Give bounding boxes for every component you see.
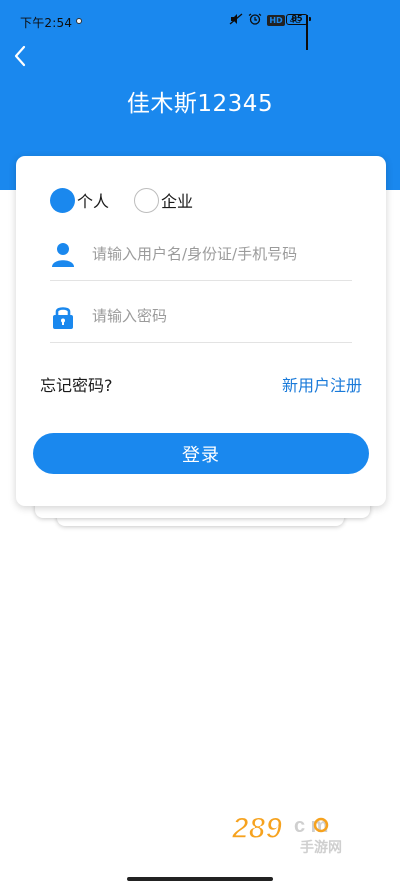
watermark-brand: 289 bbox=[231, 812, 282, 845]
radio-company-label: 企业 bbox=[161, 192, 194, 211]
password-field bbox=[50, 292, 352, 343]
radio-checked-icon bbox=[50, 187, 75, 213]
forgot-password-link[interactable]: 忘记密码? bbox=[40, 372, 113, 396]
back-button[interactable] bbox=[8, 42, 36, 70]
chevron-left-icon bbox=[14, 45, 26, 67]
notification-dot-icon bbox=[76, 18, 82, 24]
radio-personal[interactable]: 个人 bbox=[50, 186, 109, 214]
hd-badge: HD bbox=[267, 15, 285, 26]
mute-icon bbox=[229, 13, 243, 28]
watermark-subtitle: 手游网 bbox=[300, 839, 342, 856]
radio-personal-label: 个人 bbox=[77, 192, 110, 211]
alarm-icon bbox=[248, 13, 262, 28]
login-button[interactable]: 登录 bbox=[33, 433, 369, 474]
username-field bbox=[50, 230, 352, 281]
radio-company[interactable]: 企业 bbox=[134, 186, 193, 214]
user-icon bbox=[52, 243, 74, 267]
username-input[interactable] bbox=[92, 242, 342, 266]
register-link[interactable]: 新用户注册 bbox=[282, 372, 362, 396]
radio-unchecked-icon bbox=[134, 187, 159, 213]
lock-icon bbox=[53, 307, 73, 329]
status-bar: 下午2:54 HD 4G 85 bbox=[0, 0, 400, 50]
home-indicator[interactable] bbox=[127, 877, 273, 881]
watermark-logo: 289 c m 手游网 bbox=[230, 811, 342, 856]
status-time: 下午2:54 bbox=[20, 16, 73, 30]
battery-icon: 85 bbox=[286, 14, 311, 25]
login-card: 个人 企业 忘记密码? 新用户注册 登录 bbox=[16, 156, 386, 506]
page-title: 佳木斯12345 bbox=[126, 91, 274, 117]
password-input[interactable] bbox=[92, 304, 342, 328]
